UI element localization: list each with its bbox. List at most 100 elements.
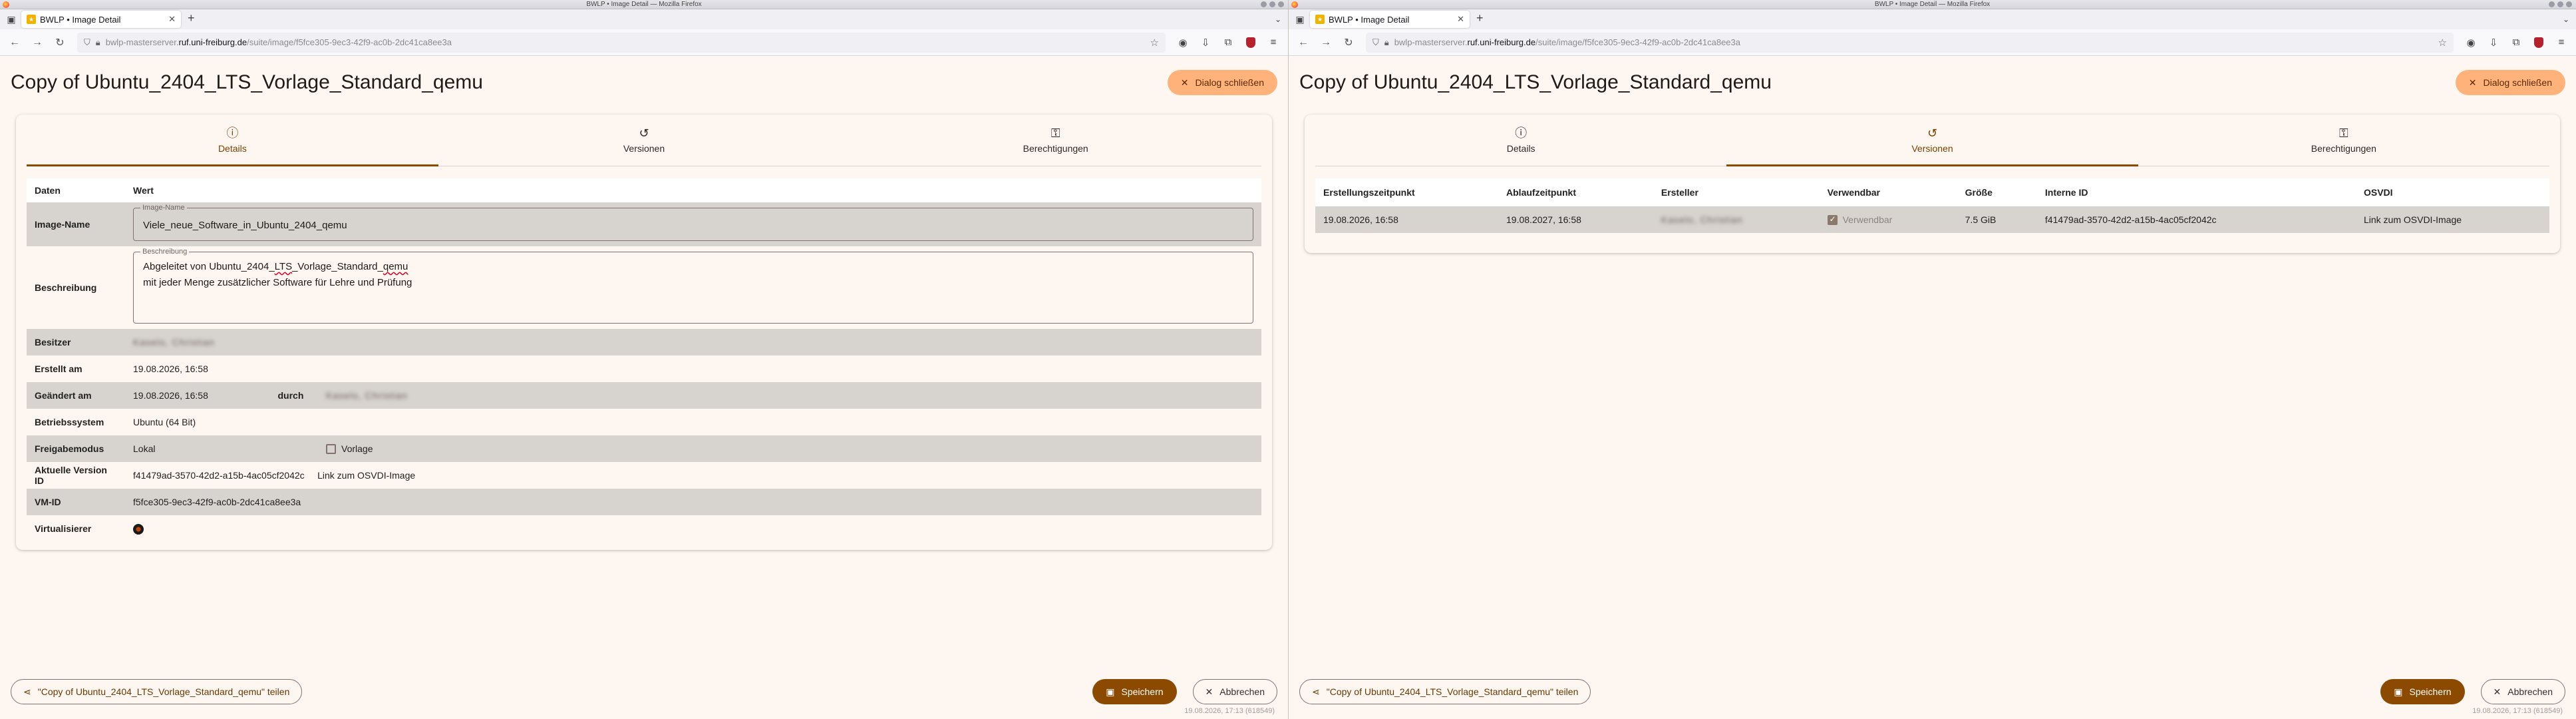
back-icon[interactable]: ←	[1294, 33, 1313, 52]
navigation-bar: ← → ↻ ⛉ 🔒︎ bwlp-masterserver.ruf.uni-fre…	[0, 29, 1288, 56]
tab-overview-icon[interactable]: ▣	[1293, 12, 1307, 27]
downloads-icon[interactable]: ⇩	[1196, 33, 1215, 52]
page-title: Copy of Ubuntu_2404_LTS_Vorlage_Standard…	[1299, 71, 1772, 93]
version-osvdi-link[interactable]: Link zum OSVDI-Image	[2355, 206, 2549, 233]
cancel-button[interactable]: ✕ Abbrechen	[2480, 679, 2565, 704]
lock-icon[interactable]: 🔒︎	[1384, 37, 1389, 48]
account-icon[interactable]: ◉	[2462, 33, 2480, 52]
new-tab-icon[interactable]: +	[188, 11, 195, 25]
menu-icon[interactable]: ≡	[2552, 33, 2571, 52]
close-dialog-button[interactable]: ✕ Dialog schließen	[2455, 70, 2565, 95]
url-domain: ruf.uni-freiburg.de	[1467, 37, 1536, 47]
browser-tab[interactable]: ★ BWLP • Image Detail ✕	[1310, 11, 1470, 28]
tab-versions-label: Versionen	[623, 142, 665, 154]
tab-versions[interactable]: ↺ Versionen	[1726, 115, 2138, 166]
url-path: /suite/image/f5fce305-9ec3-42f9-ac0b-2dc…	[1535, 37, 1740, 47]
save-icon: ▣	[1106, 686, 1115, 697]
site-info-icon[interactable]: ⛉	[84, 37, 90, 48]
table-row: Image-Name Image-Name Viele_neue_Softwar…	[27, 202, 1261, 246]
new-tab-icon[interactable]: +	[1476, 11, 1484, 25]
osvdi-link[interactable]: Link zum OSVDI-Image	[317, 470, 415, 481]
forward-icon[interactable]: →	[28, 33, 47, 52]
page-header: Copy of Ubuntu_2404_LTS_Vorlage_Standard…	[11, 56, 1277, 100]
share-button[interactable]: ⋖ "Copy of Ubuntu_2404_LTS_Vorlage_Stand…	[1299, 679, 1591, 704]
maximize-icon[interactable]	[1269, 1, 1275, 7]
back-icon[interactable]: ←	[5, 33, 24, 52]
version-usable-label: Verwendbar	[1842, 214, 1893, 225]
versions-table: Erstellungszeitpunkt Ablaufzeitpunkt Ers…	[1315, 178, 2549, 233]
share-button-label: "Copy of Ubuntu_2404_LTS_Vorlage_Standar…	[1326, 686, 1579, 697]
description-textarea[interactable]: Beschreibung Abgeleitet von Ubuntu_2404_…	[133, 247, 1253, 324]
minimize-icon[interactable]	[1261, 1, 1267, 7]
ublock-shield-icon[interactable]	[2529, 33, 2548, 52]
close-tab-icon[interactable]: ✕	[168, 14, 176, 25]
cancel-button[interactable]: ✕ Abbrechen	[1192, 679, 1277, 704]
tab-versions[interactable]: ↺ Versionen	[438, 115, 850, 166]
tab-details[interactable]: ⓘ Details	[27, 115, 438, 166]
reload-icon[interactable]: ↻	[51, 33, 69, 52]
bookmark-star-icon[interactable]: ☆	[1150, 37, 1159, 49]
reload-icon[interactable]: ↻	[1339, 33, 1358, 52]
forward-icon[interactable]: →	[1317, 33, 1335, 52]
share-button[interactable]: ⋖ "Copy of Ubuntu_2404_LTS_Vorlage_Stand…	[11, 679, 303, 704]
extensions-icon[interactable]: ⧉	[2507, 33, 2525, 52]
table-row: Freigabemodus Lokal Vorlage	[27, 435, 1261, 462]
close-tab-icon[interactable]: ✕	[1457, 14, 1464, 25]
save-button-label: Speichern	[1121, 686, 1164, 697]
save-icon: ▣	[2394, 686, 2403, 697]
image-detail-card: ⓘ Details ↺ Versionen ⚿ Berechtigungen D…	[16, 115, 1272, 550]
url-bar[interactable]: ⛉ 🔒︎ bwlp-masterserver.ruf.uni-freiburg.…	[77, 32, 1166, 53]
image-detail-card: ⓘ Details ↺ Versionen ⚿ Berechtigungen E…	[1305, 115, 2560, 253]
bookmark-star-icon[interactable]: ☆	[2438, 37, 2447, 49]
image-name-input[interactable]: Image-Name Viele_neue_Software_in_Ubuntu…	[133, 203, 1253, 241]
save-button[interactable]: ▣ Speichern	[1092, 679, 1177, 704]
details-table: Daten Wert Image-Name Image-Name Viele_n…	[27, 178, 1261, 542]
share-mode-value: Lokal	[125, 435, 318, 462]
checkbox-icon[interactable]	[326, 444, 336, 455]
browser-tab[interactable]: ★ BWLP • Image Detail ✕	[21, 11, 181, 28]
table-row[interactable]: 19.08.2026, 16:58 19.08.2027, 16:58 Kase…	[1315, 206, 2549, 233]
col-internal-id: Interne ID	[2036, 178, 2356, 206]
tab-permissions[interactable]: ⚿ Berechtigungen	[2138, 115, 2549, 166]
template-checkbox[interactable]: Vorlage	[318, 435, 1261, 462]
url-bar[interactable]: ⛉ 🔒︎ bwlp-masterserver.ruf.uni-freiburg.…	[1366, 32, 2454, 53]
history-icon: ↺	[639, 126, 649, 140]
image-name-label: Image-Name	[27, 202, 125, 246]
ublock-shield-icon[interactable]	[1241, 33, 1260, 52]
list-tabs-icon[interactable]: ⌄	[2563, 15, 2569, 24]
close-window-icon[interactable]	[1278, 1, 1284, 7]
maximize-icon[interactable]	[2557, 1, 2563, 7]
minimize-icon[interactable]	[2549, 1, 2555, 7]
share-icon: ⋖	[23, 686, 31, 697]
tab-permissions-label: Berechtigungen	[1023, 142, 1088, 154]
col-usable: Verwendbar	[1819, 178, 1957, 206]
close-dialog-button[interactable]: ✕ Dialog schließen	[1167, 70, 1277, 95]
close-window-icon[interactable]	[2566, 1, 2572, 7]
extensions-icon[interactable]: ⧉	[1219, 33, 1237, 52]
site-info-icon[interactable]: ⛉	[1372, 37, 1379, 48]
footer-actions: ⋖ "Copy of Ubuntu_2404_LTS_Vorlage_Stand…	[11, 679, 1277, 704]
downloads-icon[interactable]: ⇩	[2484, 33, 2503, 52]
close-dialog-label: Dialog schließen	[1195, 77, 1265, 88]
tab-strip: ▣ ★ BWLP • Image Detail ✕ + ⌄	[1289, 9, 2576, 29]
account-icon[interactable]: ◉	[1174, 33, 1192, 52]
save-button-label: Speichern	[2409, 686, 2452, 697]
page-content: Copy of Ubuntu_2404_LTS_Vorlage_Standard…	[1289, 56, 2576, 719]
page-title: Copy of Ubuntu_2404_LTS_Vorlage_Standard…	[11, 71, 483, 93]
os-value: Ubuntu (64 Bit)	[125, 409, 1261, 435]
owner-value: Kaselo, Christian	[133, 337, 215, 348]
cancel-icon: ✕	[1205, 686, 1213, 697]
lock-icon[interactable]: 🔒︎	[96, 37, 100, 48]
footer-actions: ⋖ "Copy of Ubuntu_2404_LTS_Vorlage_Stand…	[1299, 679, 2565, 704]
history-icon: ↺	[1927, 126, 1938, 140]
save-button[interactable]: ▣ Speichern	[2380, 679, 2465, 704]
tab-overview-icon[interactable]: ▣	[4, 12, 19, 27]
favicon-icon: ★	[27, 15, 36, 24]
footer-timestamp: 19.08.2026, 17:13 (618549)	[1184, 707, 1275, 715]
window-title: BWLP • Image Detail — Mozilla Firefox	[1874, 1, 1991, 8]
tab-details[interactable]: ⓘ Details	[1315, 115, 1726, 166]
menu-icon[interactable]: ≡	[1264, 33, 1283, 52]
list-tabs-icon[interactable]: ⌄	[1275, 15, 1281, 24]
url-path: /suite/image/f5fce305-9ec3-42f9-ac0b-2dc…	[247, 37, 452, 47]
tab-permissions[interactable]: ⚿ Berechtigungen	[850, 115, 1261, 166]
